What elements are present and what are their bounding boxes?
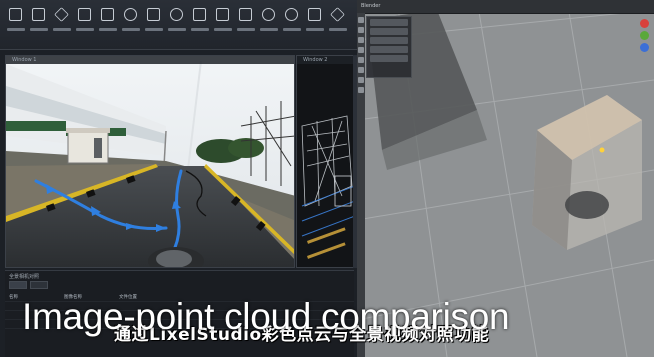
axis-y-icon[interactable] [639,31,649,40]
toolbar-button-label [259,28,278,31]
blender-header: Blender [357,0,654,14]
toolbar-button-label [144,28,163,31]
toolbar-button-label [213,28,232,31]
toolbar-button-filter[interactable] [234,0,257,46]
properties-panel[interactable] [366,16,412,78]
english-caption: Image-point cloud comparison [22,296,510,337]
toolbar-button-settings[interactable] [257,0,280,46]
annotate-tool-icon[interactable] [358,77,364,83]
prop-row [370,37,408,44]
toolbar-button-compare[interactable] [211,0,234,46]
toolbar-button-label [328,28,347,31]
navigation-gizmo[interactable] [637,16,651,66]
toolbar-button-cube[interactable] [73,0,96,46]
measure-icon [147,8,160,21]
toolbar-button-label [236,28,255,31]
mesh-icon [193,8,206,21]
toolbar-button-rotate[interactable] [165,0,188,46]
select-tool-icon[interactable] [358,17,364,23]
prop-row [370,28,408,35]
target-icon [285,8,298,21]
toolbar-button-label [6,28,25,31]
measure-tool-icon[interactable] [358,87,364,93]
toolbar-button-save[interactable] [4,0,27,46]
rotate-tool-icon[interactable] [358,47,364,53]
compare-icon [216,8,229,21]
toolbar-button-label [98,28,117,31]
export-icon [32,8,45,21]
move-tool-icon[interactable] [358,37,364,43]
panel-title: 全景相机对照 [9,274,40,280]
toolbar-button-label [167,28,186,31]
panel-tab-2[interactable] [30,281,48,289]
prop-row [370,19,408,26]
cursor-tool-icon[interactable] [358,27,364,33]
toolbar-button-mesh[interactable] [188,0,211,46]
scene-icon [54,7,69,22]
filter-icon [239,8,252,21]
panel-tabs [5,281,354,289]
frame-icon [101,8,114,21]
axis-x-icon[interactable] [639,19,649,28]
toolbar-button-frame[interactable] [96,0,119,46]
viewport1-titlebar: Window 1 [6,56,294,64]
toolbar-button-label [29,28,48,31]
viewport2-title: Window 2 [303,57,328,63]
toolbar-button-export[interactable] [27,0,50,46]
pointcloud-viewport[interactable]: Window 2 [296,55,354,268]
scale-tool-icon[interactable] [358,57,364,63]
panel-tab-1[interactable] [9,281,27,289]
tree-icon [308,8,321,21]
pointcloud-image [297,56,353,267]
rotate-icon [170,8,183,21]
toolbar-button-measure[interactable] [142,0,165,46]
viewport1-title: Window 1 [12,57,37,63]
toolbar-button-label [121,28,140,31]
toolbar-button-label [75,28,94,31]
color-icon [124,8,137,21]
toolbar-button-plugin[interactable] [326,0,349,46]
viewport2-titlebar: Window 2 [297,56,353,64]
settings-icon [262,8,275,21]
blender-header-title: Blender [361,3,381,9]
toolbar-button-label [305,28,324,31]
toolbar-button-label [52,28,71,31]
cube-icon [78,8,91,21]
axis-z-icon[interactable] [639,43,649,52]
prop-row [370,55,408,62]
save-icon [9,8,22,21]
transform-tool-icon[interactable] [358,67,364,73]
toolbar-button-label [282,28,301,31]
panorama-viewport[interactable]: Window 1 [5,55,295,268]
main-toolbar [0,0,357,50]
panorama-image [6,56,294,267]
toolbar-button-target[interactable] [280,0,303,46]
toolbar-button-color[interactable] [119,0,142,46]
toolbar-button-tree[interactable] [303,0,326,46]
plugin-icon [330,7,345,22]
prop-row [370,46,408,53]
toolbar-button-scene[interactable] [50,0,73,46]
toolbar-button-label [190,28,209,31]
